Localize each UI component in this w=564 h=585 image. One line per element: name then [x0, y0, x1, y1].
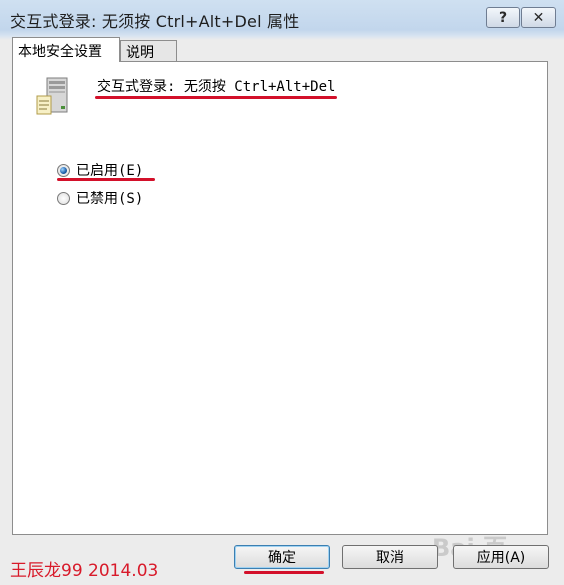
- annotation-underline: [57, 178, 155, 181]
- author-watermark: 王辰龙99 2014.03: [10, 561, 159, 581]
- apply-label: 应用(A): [476, 550, 526, 566]
- cancel-button[interactable]: 取消: [342, 545, 438, 569]
- help-button[interactable]: ?: [486, 7, 520, 28]
- enabled-label: 已启用(E): [76, 163, 144, 179]
- annotation-underline: [244, 571, 324, 574]
- tab-local-security-setting[interactable]: 本地安全设置: [12, 37, 120, 62]
- radio-disabled[interactable]: [57, 191, 70, 205]
- policy-title: 交互式登录: 无须按 Ctrl+Alt+Del: [97, 79, 336, 95]
- disabled-label: 已禁用(S): [76, 191, 144, 207]
- tab-explain[interactable]: 说明: [120, 40, 177, 61]
- settings-panel: 交互式登录: 无须按 Ctrl+Alt+Del 已启用(E) 已禁用(S): [12, 61, 548, 535]
- cancel-label: 取消: [376, 550, 404, 566]
- ok-button[interactable]: 确定: [234, 545, 330, 569]
- enabled-option[interactable]: 已启用(E): [57, 160, 143, 180]
- help-icon: ?: [498, 9, 508, 26]
- ok-label: 确定: [268, 550, 296, 566]
- window-title: 交互式登录: 无须按 Ctrl+Alt+Del 属性: [10, 12, 300, 31]
- title-bar[interactable]: 交互式登录: 无须按 Ctrl+Alt+Del 属性 ? ✕: [0, 0, 564, 38]
- tab-label: 说明: [126, 45, 154, 61]
- close-icon: ✕: [532, 9, 545, 26]
- apply-button[interactable]: 应用(A): [453, 545, 549, 569]
- close-button[interactable]: ✕: [521, 7, 556, 28]
- server-policy-icon: [36, 77, 68, 115]
- annotation-underline: [95, 96, 337, 99]
- radio-selected-dot: [60, 166, 67, 174]
- properties-dialog: 交互式登录: 无须按 Ctrl+Alt+Del 属性 ? ✕ 本地安全设置 说明…: [0, 0, 564, 585]
- disabled-option[interactable]: 已禁用(S): [57, 188, 143, 208]
- tab-label: 本地安全设置: [18, 44, 102, 60]
- radio-enabled[interactable]: [57, 163, 70, 177]
